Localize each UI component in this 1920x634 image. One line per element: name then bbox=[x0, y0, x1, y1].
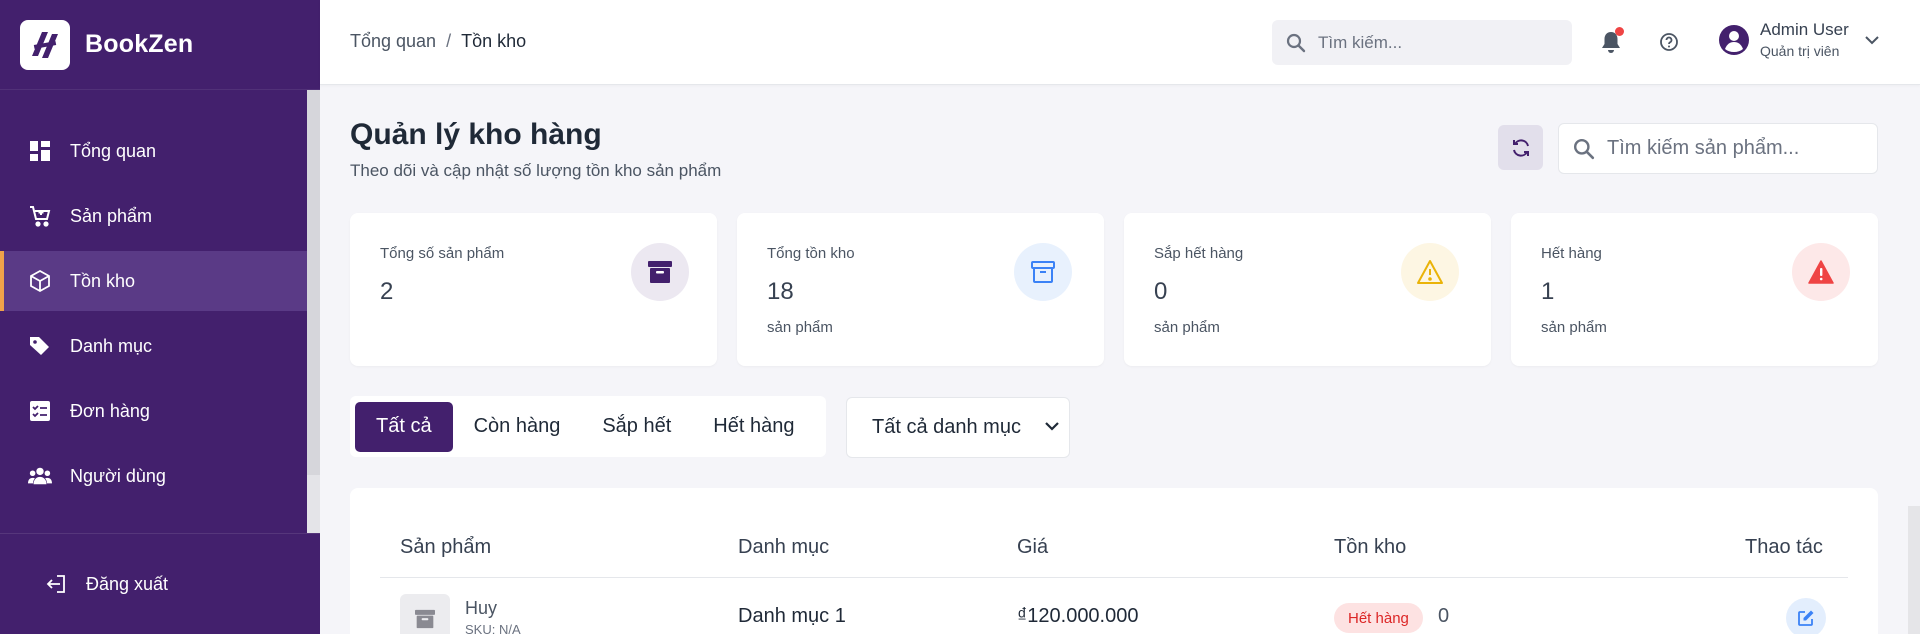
main-scrollbar[interactable] bbox=[1908, 506, 1920, 634]
stat-value: 18 bbox=[767, 278, 794, 305]
stat-value: 2 bbox=[380, 278, 394, 305]
sidebar-item-label: Người dùng bbox=[70, 465, 166, 486]
logout-label: Đăng xuất bbox=[86, 573, 169, 594]
tab-all[interactable]: Tất cả bbox=[355, 401, 453, 452]
sidebar-item-inventory[interactable]: Tồn kho bbox=[0, 251, 307, 311]
sidebar-nav: Tổng quan Sản phẩm Tồn kho Danh mục Đơn … bbox=[0, 90, 307, 533]
stat-unit: sản phẩm bbox=[1541, 319, 1607, 336]
help-icon bbox=[1660, 33, 1678, 51]
tags-icon bbox=[28, 334, 52, 358]
archive-icon bbox=[415, 609, 435, 629]
avatar-icon bbox=[1719, 24, 1749, 55]
tab-in-stock[interactable]: Còn hàng bbox=[453, 402, 582, 452]
category-select-value: Tất cả danh mục bbox=[872, 416, 1021, 438]
box-icon bbox=[28, 269, 52, 293]
brand-name: BookZen bbox=[85, 30, 194, 58]
tab-low-stock[interactable]: Sắp hết bbox=[581, 402, 692, 452]
logout-icon bbox=[44, 572, 68, 596]
sidebar: BookZen Tổng quan Sản phẩm Tồn kho Danh … bbox=[0, 0, 320, 634]
column-header-price: Giá bbox=[1017, 536, 1049, 558]
logout-button[interactable]: Đăng xuất bbox=[0, 533, 320, 634]
user-role: Quản trị viên bbox=[1760, 43, 1840, 59]
sidebar-item-overview[interactable]: Tổng quan bbox=[0, 121, 307, 181]
scrollbar-thumb[interactable] bbox=[307, 90, 320, 475]
refresh-button[interactable] bbox=[1498, 125, 1543, 170]
sidebar-item-users[interactable]: Người dùng bbox=[0, 446, 307, 506]
stat-value: 0 bbox=[1154, 278, 1168, 305]
tab-out-of-stock[interactable]: Hết hàng bbox=[692, 402, 815, 452]
page-title: Quản lý kho hàng bbox=[350, 118, 602, 151]
breadcrumb-link-overview[interactable]: Tổng quan bbox=[350, 31, 436, 51]
stock-quantity: 0 bbox=[1438, 605, 1450, 627]
breadcrumb-current: Tồn kho bbox=[461, 31, 527, 51]
category-select[interactable]: Tất cả danh mục bbox=[846, 397, 1070, 458]
product-price: ₫120.000.000 bbox=[1017, 605, 1139, 627]
column-header-actions: Thao tác bbox=[1745, 536, 1823, 558]
dashboard-icon bbox=[28, 139, 52, 163]
warning-icon bbox=[1401, 243, 1459, 301]
stat-unit: sản phẩm bbox=[767, 319, 833, 336]
chevron-down-icon bbox=[1045, 422, 1059, 431]
product-search-input[interactable] bbox=[1607, 137, 1867, 160]
brand[interactable]: BookZen bbox=[0, 0, 320, 90]
checklist-icon bbox=[28, 399, 52, 423]
stat-value: 1 bbox=[1541, 278, 1555, 305]
chevron-down-icon bbox=[1865, 35, 1879, 44]
sidebar-item-label: Sản phẩm bbox=[70, 205, 153, 226]
global-search[interactable] bbox=[1272, 20, 1572, 65]
global-search-input[interactable] bbox=[1318, 32, 1548, 53]
topbar: Tổng quan / Tồn kho Admin User Quản trị vi… bbox=[320, 0, 1920, 85]
product-category: Danh mục 1 bbox=[738, 605, 846, 627]
edit-button[interactable] bbox=[1786, 598, 1826, 634]
breadcrumb: Tổng quan / Tồn kho bbox=[350, 31, 526, 52]
cart-icon bbox=[28, 204, 52, 228]
help-button[interactable] bbox=[1659, 32, 1679, 52]
sidebar-item-categories[interactable]: Danh mục bbox=[0, 316, 307, 376]
page-subtitle: Theo dõi và cập nhật số lượng tồn kho sả… bbox=[350, 161, 722, 180]
alert-icon bbox=[1792, 243, 1850, 301]
sidebar-item-label: Đơn hàng bbox=[70, 400, 150, 421]
notifications-button[interactable] bbox=[1600, 27, 1624, 54]
product-thumbnail bbox=[400, 594, 450, 634]
notification-dot bbox=[1615, 27, 1624, 36]
header-divider bbox=[380, 577, 1848, 578]
user-info: Admin User Quản trị viên bbox=[1760, 20, 1849, 59]
users-icon bbox=[28, 464, 52, 488]
archive-outline-icon bbox=[1014, 243, 1072, 301]
stat-card-total-stock: Tổng tồn kho 18 sản phẩm bbox=[737, 213, 1104, 366]
product-sku: SKU: N/A bbox=[465, 622, 521, 634]
archive-icon bbox=[631, 243, 689, 301]
product-name: Huy bbox=[465, 598, 498, 618]
search-icon bbox=[1573, 138, 1595, 159]
brand-logo bbox=[20, 19, 70, 70]
refresh-icon bbox=[1512, 138, 1529, 157]
stat-label: Tổng tồn kho bbox=[767, 245, 855, 262]
sidebar-item-products[interactable]: Sản phẩm bbox=[0, 186, 307, 246]
stat-label: Tổng số sản phẩm bbox=[380, 245, 505, 262]
logo-icon bbox=[32, 31, 58, 58]
stat-card-low-stock: Sắp hết hàng 0 sản phẩm bbox=[1124, 213, 1491, 366]
stat-label: Hết hàng bbox=[1541, 245, 1602, 262]
stat-card-total-products: Tổng số sản phẩm 2 bbox=[350, 213, 717, 366]
stat-card-out-of-stock: Hết hàng 1 sản phẩm bbox=[1511, 213, 1878, 366]
sidebar-item-label: Danh mục bbox=[70, 335, 153, 356]
edit-icon bbox=[1798, 610, 1814, 626]
user-menu[interactable]: Admin User Quản trị viên bbox=[1718, 20, 1879, 59]
sidebar-item-label: Tổng quan bbox=[70, 140, 157, 161]
column-header-category: Danh mục bbox=[738, 536, 830, 558]
sidebar-scrollbar[interactable] bbox=[307, 90, 320, 533]
sidebar-item-label: Tồn kho bbox=[70, 270, 136, 291]
column-header-stock: Tồn kho bbox=[1334, 536, 1407, 558]
inventory-table: Sản phẩm Danh mục Giá Tồn kho Thao tác H… bbox=[350, 488, 1878, 634]
column-header-product: Sản phẩm bbox=[400, 536, 492, 558]
stock-filter-tabs: Tất cả Còn hàng Sắp hết Hết hàng bbox=[350, 396, 826, 457]
breadcrumb-separator: / bbox=[446, 31, 452, 51]
product-search[interactable] bbox=[1558, 123, 1878, 174]
user-name: Admin User bbox=[1760, 20, 1849, 39]
status-badge: Hết hàng bbox=[1334, 603, 1423, 633]
sidebar-item-orders[interactable]: Đơn hàng bbox=[0, 381, 307, 441]
stat-unit: sản phẩm bbox=[1154, 319, 1220, 336]
stat-label: Sắp hết hàng bbox=[1154, 245, 1244, 262]
search-icon bbox=[1286, 33, 1306, 52]
